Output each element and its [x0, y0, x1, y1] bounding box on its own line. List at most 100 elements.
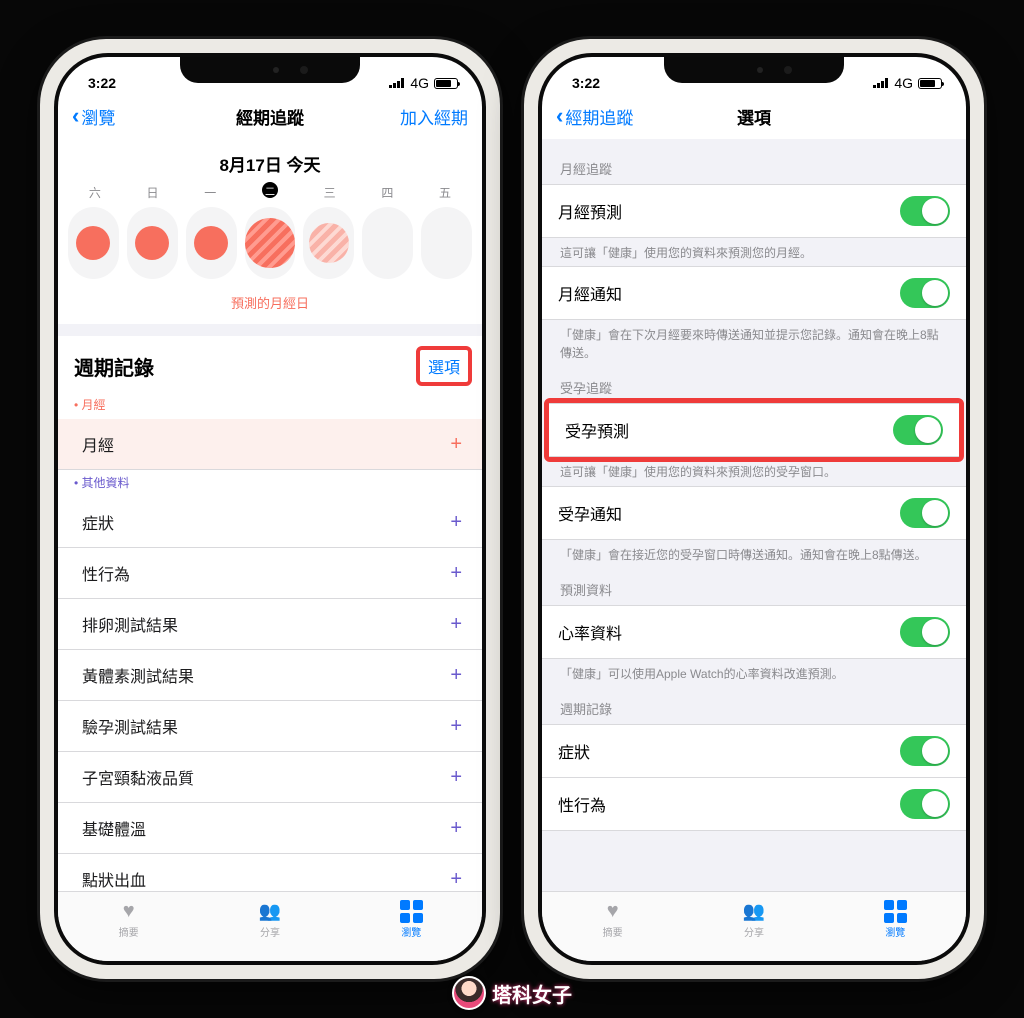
- tab-browse[interactable]: 瀏覽: [398, 900, 424, 939]
- watermark: 塔科女子: [452, 976, 572, 1010]
- list-item[interactable]: 基礎體溫 +: [58, 803, 482, 854]
- tab-share[interactable]: 👥 分享: [741, 900, 767, 939]
- cell-label: 症狀: [558, 739, 590, 763]
- row-label: 基礎體溫: [82, 816, 146, 840]
- options-button[interactable]: 選項: [416, 346, 472, 386]
- plus-icon: +: [450, 433, 462, 456]
- period-day[interactable]: [186, 207, 237, 279]
- setting-cell-fertility-prediction[interactable]: 受孕預測: [549, 403, 959, 457]
- plus-icon: +: [450, 664, 462, 687]
- section-caption-other: • 其他資料: [58, 470, 482, 497]
- notch: [664, 57, 844, 83]
- period-day[interactable]: [127, 207, 178, 279]
- group-header: 週期記錄: [542, 687, 966, 724]
- chevron-left-icon: ‹: [556, 103, 563, 129]
- setting-cell[interactable]: 月經通知: [542, 266, 966, 320]
- phone-right: 3:22 4G ‹ 經期追蹤 選項 月經追蹤 月: [524, 39, 984, 979]
- plus-icon: +: [450, 562, 462, 585]
- nav-title: 經期追蹤: [172, 104, 368, 129]
- tab-summary[interactable]: ♥ 摘要: [600, 900, 626, 939]
- group-footer: 這可讓「健康」使用您的資料來預測您的月經。: [542, 238, 966, 266]
- list-item[interactable]: 驗孕測試結果 +: [58, 701, 482, 752]
- group-footer: 「健康」會在下次月經要來時傳送通知並提示您記錄。通知會在晚上8點傳送。: [542, 320, 966, 366]
- calendar-strip: 8月17日 今天 六 日 一 二 三 四 五: [58, 139, 482, 324]
- nav-action[interactable]: 加入經期: [368, 104, 468, 129]
- tab-label: 摘要: [603, 924, 623, 939]
- group-footer: 「健康」會在接近您的受孕窗口時傳送通知。通知會在晚上8點傳送。: [542, 540, 966, 568]
- avatar-icon: [452, 976, 486, 1010]
- nav-title: 選項: [656, 104, 852, 129]
- weekday: 一: [204, 184, 216, 201]
- weekday: 日: [147, 184, 159, 201]
- row-label: 驗孕測試結果: [82, 714, 178, 738]
- row-label: 排卵測試結果: [82, 612, 178, 636]
- back-label: 瀏覽: [81, 104, 115, 129]
- back-button[interactable]: ‹ 經期追蹤: [556, 103, 656, 129]
- cell-label: 受孕預測: [565, 418, 629, 442]
- weekday: 六: [89, 184, 101, 201]
- setting-cell[interactable]: 性行為: [542, 778, 966, 831]
- other-rows: 症狀+ 性行為+ 排卵測試結果+ 黃體素測試結果+ 驗孕測試結果+ 子宮頸黏液品…: [58, 497, 482, 891]
- toggle-switch[interactable]: [900, 736, 950, 766]
- period-day[interactable]: [362, 207, 413, 279]
- setting-cell[interactable]: 心率資料: [542, 605, 966, 659]
- period-day[interactable]: [421, 207, 472, 279]
- group-header: 月經追蹤: [542, 147, 966, 184]
- tab-share[interactable]: 👥 分享: [257, 900, 283, 939]
- calendar-date: 8月17日 今天: [58, 151, 482, 176]
- toggle-switch[interactable]: [900, 498, 950, 528]
- period-day[interactable]: [68, 207, 119, 279]
- group-footer: 「健康」可以使用Apple Watch的心率資料改進預測。: [542, 659, 966, 687]
- back-button[interactable]: ‹ 瀏覽: [72, 103, 172, 129]
- status-time: 3:22: [88, 75, 116, 91]
- row-label: 黃體素測試結果: [82, 663, 194, 687]
- tab-browse[interactable]: 瀏覽: [882, 900, 908, 939]
- heart-icon: ♥: [116, 900, 142, 922]
- list-item[interactable]: 子宮頸黏液品質+: [58, 752, 482, 803]
- cycle-title: 週期記錄: [74, 352, 154, 381]
- tab-summary[interactable]: ♥ 摘要: [116, 900, 142, 939]
- row-period[interactable]: 月經 +: [58, 419, 482, 470]
- grid-icon: [400, 900, 423, 923]
- period-day-today[interactable]: [245, 207, 296, 279]
- plus-icon: +: [450, 817, 462, 840]
- toggle-switch[interactable]: [900, 196, 950, 226]
- list-item[interactable]: 排卵測試結果+: [58, 599, 482, 650]
- list-item[interactable]: 症狀+: [58, 497, 482, 548]
- phone-left: 3:22 4G ‹ 瀏覽 經期追蹤 加入經期 8月17日 今天: [40, 39, 500, 979]
- setting-cell[interactable]: 月經預測: [542, 184, 966, 238]
- plus-icon: +: [450, 868, 462, 891]
- cell-label: 受孕通知: [558, 501, 622, 525]
- notch: [180, 57, 360, 83]
- toggle-switch[interactable]: [900, 278, 950, 308]
- battery-icon: [918, 78, 942, 89]
- setting-cell[interactable]: 症狀: [542, 724, 966, 778]
- group-footer: 這可讓「健康」使用您的資料來預測您的受孕窗口。: [542, 457, 966, 485]
- nav-bar: ‹ 瀏覽 經期追蹤 加入經期: [58, 93, 482, 139]
- period-day[interactable]: [303, 207, 354, 279]
- toggle-switch[interactable]: [900, 789, 950, 819]
- list-item[interactable]: 點狀出血+: [58, 854, 482, 891]
- list-item[interactable]: 性行為+: [58, 548, 482, 599]
- setting-cell[interactable]: 受孕通知: [542, 486, 966, 540]
- highlight-box: 受孕預測: [544, 398, 964, 462]
- section-caption-period: • 月經: [58, 392, 482, 419]
- plus-icon: +: [450, 766, 462, 789]
- toggle-switch[interactable]: [893, 415, 943, 445]
- list-item[interactable]: 黃體素測試結果 +: [58, 650, 482, 701]
- toggle-switch[interactable]: [900, 617, 950, 647]
- weekday-row: 六 日 一 二 三 四 五: [58, 184, 482, 201]
- back-label: 經期追蹤: [565, 104, 633, 129]
- weekday: 二: [262, 184, 278, 201]
- tab-label: 分享: [744, 924, 764, 939]
- cycle-header: 週期記錄 選項: [58, 336, 482, 392]
- tab-bar: ♥ 摘要 👥 分享 瀏覽: [58, 891, 482, 961]
- weekday: 四: [381, 184, 393, 201]
- cell-label: 心率資料: [558, 620, 622, 644]
- plus-icon: +: [450, 715, 462, 738]
- weekday: 三: [324, 184, 336, 201]
- tab-label: 摘要: [119, 924, 139, 939]
- status-time: 3:22: [572, 75, 600, 91]
- tab-label: 瀏覽: [401, 924, 421, 939]
- period-pill-row[interactable]: [58, 201, 482, 285]
